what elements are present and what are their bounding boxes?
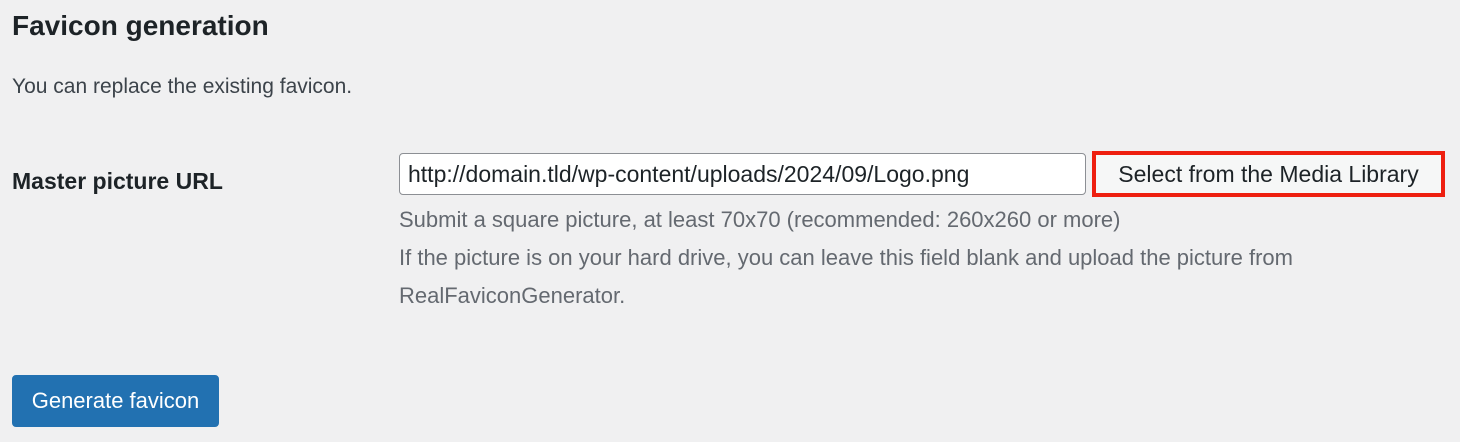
help-text-hard-drive: If the picture is on your hard drive, yo… (399, 245, 1293, 270)
select-from-media-library-button[interactable]: Select from the Media Library (1092, 151, 1445, 197)
master-picture-url-input[interactable] (399, 153, 1086, 195)
page-description: You can replace the existing favicon. (12, 75, 353, 98)
help-text-generator: RealFaviconGenerator. (399, 283, 626, 308)
help-text-size: Submit a square picture, at least 70x70 … (399, 207, 1121, 232)
generate-favicon-button[interactable]: Generate favicon (12, 375, 219, 427)
page-title: Favicon generation (12, 10, 269, 41)
master-picture-url-label: Master picture URL (12, 168, 223, 194)
